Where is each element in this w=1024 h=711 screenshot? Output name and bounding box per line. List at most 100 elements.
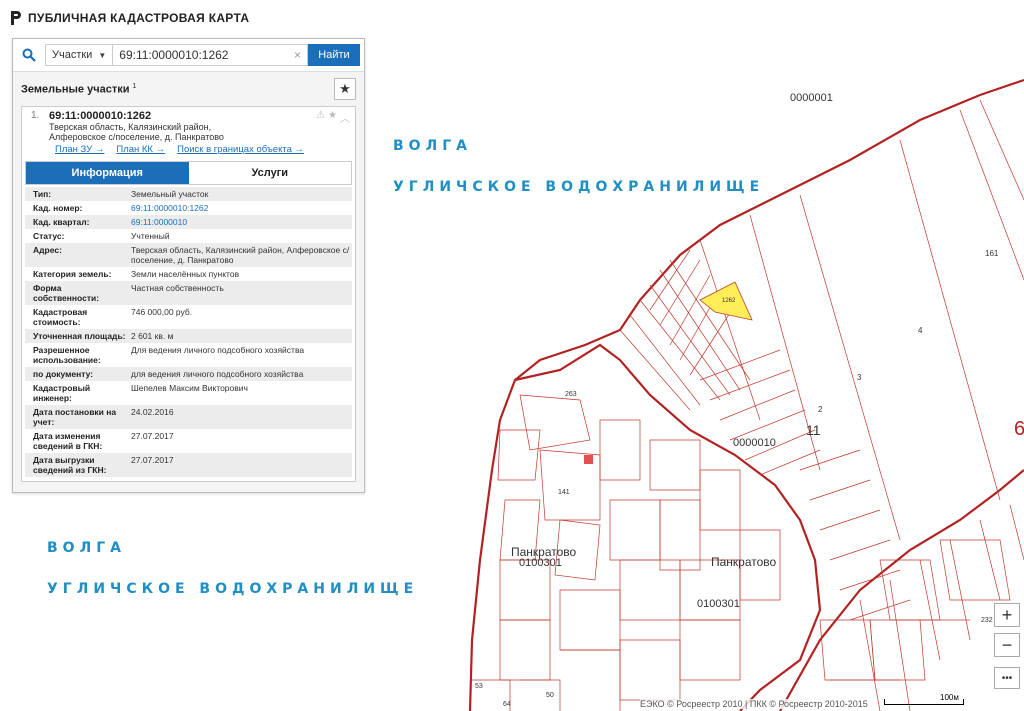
- water-label-volga: ВОЛГА: [47, 540, 126, 556]
- info-key: Уточненная площадь:: [33, 331, 126, 341]
- results-header: Земельные участки 1 ★: [21, 72, 356, 106]
- info-value: Земли населённых пунктов: [131, 269, 240, 279]
- info-row-engineer: Кадастровый инженер: Шепелев Максим Викто…: [25, 381, 352, 405]
- result-card-actions: ⚠ ★ ︿: [316, 110, 350, 125]
- clear-icon[interactable]: ×: [294, 48, 301, 62]
- info-table: Тип: Земельный участок Кад. номер: 69:11:0…: [25, 187, 352, 477]
- district-boundary-right: [779, 469, 1024, 711]
- map-label: Панкратово: [711, 555, 777, 569]
- map-label: 11: [806, 422, 821, 438]
- info-key: Дата постановки на учет:: [33, 407, 117, 427]
- info-key: Статус:: [33, 231, 65, 241]
- map-label: 50: [546, 692, 554, 699]
- info-value: Шепелев Максим Викторович: [131, 383, 248, 393]
- plan-zu-link[interactable]: План ЗУ →: [55, 144, 104, 155]
- info-row-type: Тип: Земельный участок: [25, 187, 352, 201]
- search-type-select[interactable]: Участки ▼: [45, 44, 114, 66]
- app-title: ПУБЛИЧНАЯ КАДАСТРОВАЯ КАРТА: [28, 11, 250, 25]
- search-type-label: Участки: [52, 49, 93, 61]
- info-key: Форма собственности:: [33, 283, 100, 303]
- info-key: по документу:: [33, 369, 94, 379]
- info-row-cad-quarter: Кад. квартал: 69:11:0000010: [25, 215, 352, 229]
- info-row-ownership: Форма собственности: Частная собственност…: [25, 281, 352, 305]
- search-query-text: 69:11:0000010:1262: [119, 48, 229, 62]
- result-cad-number: 69:11:0000010:1262: [49, 110, 152, 122]
- info-row-by-document: по документу: для ведения личного подсобн…: [25, 367, 352, 381]
- info-value: Тверская область, Калязинский район, Алф…: [131, 245, 350, 265]
- cad-quarter-link[interactable]: 69:11:0000010: [129, 217, 352, 227]
- map-label: 232: [981, 617, 993, 624]
- search-input[interactable]: 69:11:0000010:1262 ×: [113, 44, 308, 66]
- info-row-permitted-use: Разрешенное использование: Для ведения ли…: [25, 343, 352, 367]
- map-label: 263: [565, 391, 577, 398]
- more-button[interactable]: •••: [994, 667, 1020, 689]
- info-key: Категория земель:: [33, 269, 112, 279]
- chevron-down-icon: ▼: [98, 50, 107, 60]
- star-icon: ★: [339, 81, 351, 96]
- map-label: 141: [558, 489, 570, 496]
- zoom-out-button[interactable]: −: [994, 633, 1020, 657]
- warning-icon[interactable]: ⚠: [316, 110, 325, 125]
- search-panel: Участки ▼ 69:11:0000010:1262 × Найти Зем…: [12, 38, 365, 493]
- map-label: 0000010: [733, 437, 776, 449]
- search-in-bounds-link[interactable]: Поиск в границах объекта →: [177, 144, 304, 155]
- map-label: 161: [985, 249, 999, 258]
- result-address-line2: Алферовское с/поселение, д. Панкратово: [49, 132, 224, 142]
- info-row-address: Адрес: Тверская область, Калязинский райо…: [25, 243, 352, 267]
- info-value: Земельный участок: [131, 189, 209, 199]
- info-value: 746 000,00 руб.: [131, 307, 193, 317]
- app-header: ПУБЛИЧНАЯ КАДАСТРОВАЯ КАРТА: [10, 10, 249, 26]
- map-attribution: ЕЭКО © Росреестр 2010 | ПКК © Росреестр …: [640, 699, 868, 709]
- map-label: 2: [818, 405, 823, 414]
- info-key: Дата выгрузки сведений из ГКН:: [33, 455, 107, 475]
- scale-label: 100м: [940, 693, 959, 702]
- search-icon[interactable]: [13, 39, 45, 71]
- map-label: 0000001: [790, 92, 833, 104]
- info-key: Кад. квартал:: [33, 217, 90, 227]
- find-button[interactable]: Найти: [308, 44, 360, 66]
- info-value: Частная собственность: [131, 283, 224, 293]
- cad-number-link[interactable]: 69:11:0000010:1262: [129, 203, 352, 213]
- info-key: Дата изменения сведений в ГКН:: [33, 431, 103, 451]
- star-icon[interactable]: ★: [328, 110, 337, 125]
- favorite-button[interactable]: ★: [334, 78, 356, 100]
- info-key: Тип:: [33, 189, 52, 199]
- info-row-registration-date: Дата постановки на учет: 24.02.2016: [25, 405, 352, 429]
- plan-kk-link[interactable]: План КК →: [116, 144, 165, 155]
- tab-services[interactable]: Услуги: [188, 162, 351, 184]
- info-row-change-date: Дата изменения сведений в ГКН: 27.07.2017: [25, 429, 352, 453]
- chevron-up-icon[interactable]: ︿: [340, 110, 350, 125]
- info-value: для ведения личного подсобного хозяйства: [131, 369, 304, 379]
- results-title: Земельные участки 1: [21, 83, 136, 96]
- result-card[interactable]: 1. 69:11:0000010:1262 Тверская область, …: [21, 106, 356, 482]
- map-label: 0100301: [697, 598, 740, 610]
- info-value: Для ведения личного подсобного хозяйства: [131, 345, 305, 355]
- map-label: 1262: [722, 298, 736, 304]
- info-row-land-category: Категория земель: Земли населённых пункто…: [25, 267, 352, 281]
- water-label-volga: ВОЛГА: [393, 138, 472, 154]
- info-value: 27.07.2017: [131, 431, 174, 441]
- map-label: 3: [857, 373, 862, 382]
- info-value: 27.07.2017: [131, 455, 174, 465]
- logo-icon: [11, 11, 21, 25]
- result-index: 1.: [31, 110, 40, 121]
- results-heading: Земельные участки: [21, 83, 130, 96]
- result-card-header: 1. 69:11:0000010:1262 Тверская область, …: [25, 110, 352, 142]
- info-key: Адрес:: [33, 245, 62, 255]
- map-label: 0100301: [519, 557, 562, 569]
- map-label: 4: [918, 326, 923, 335]
- tab-info[interactable]: Информация: [26, 162, 189, 184]
- result-links: План ЗУ → План КК → Поиск в границах объ…: [25, 142, 352, 159]
- result-address-line1: Тверская область, Калязинский район,: [49, 122, 212, 132]
- result-summary: 69:11:0000010:1262 Тверская область, Кал…: [49, 110, 224, 142]
- info-row-status: Статус: Учтенный: [25, 229, 352, 243]
- result-tabs: Информация Услуги: [25, 161, 352, 185]
- info-value: Учтенный: [131, 231, 170, 241]
- info-row-cad-number: Кад. номер: 69:11:0000010:1262: [25, 201, 352, 215]
- district-boundary: [468, 78, 1024, 711]
- info-row-export-date: Дата выгрузки сведений из ГКН: 27.07.2017: [25, 453, 352, 477]
- district-boundary-inner: [514, 343, 822, 711]
- info-key: Кад. номер:: [33, 203, 83, 213]
- results-count: 1: [132, 82, 137, 90]
- zoom-in-button[interactable]: +: [994, 603, 1020, 627]
